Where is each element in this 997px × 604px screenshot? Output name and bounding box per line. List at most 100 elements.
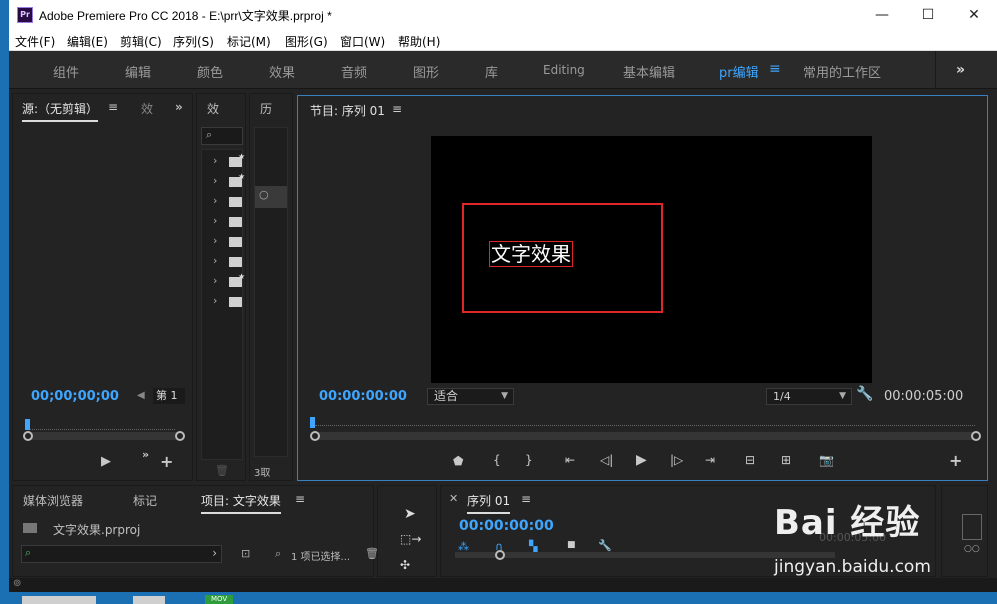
workspace-tab[interactable]: 基本编辑 bbox=[623, 62, 675, 81]
insert-icon[interactable]: ⊟ bbox=[745, 453, 755, 467]
solo-buttons[interactable]: ○○ bbox=[964, 544, 980, 554]
add-button-icon[interactable]: + bbox=[949, 451, 962, 470]
zoom-handle-left[interactable] bbox=[23, 431, 33, 441]
more-workspaces-button[interactable]: » bbox=[935, 51, 985, 89]
selection-tool-icon[interactable]: ➤ bbox=[404, 506, 416, 522]
close-button[interactable]: ✕ bbox=[951, 0, 997, 30]
source-playhead[interactable] bbox=[25, 419, 30, 430]
menu-edit[interactable]: 编辑(E) bbox=[67, 33, 108, 50]
page-indicator: 第 1 bbox=[153, 388, 185, 404]
workspace-tab[interactable]: 效果 bbox=[269, 62, 295, 81]
workspace-menu-icon[interactable]: ≡ bbox=[769, 61, 781, 77]
play-icon[interactable]: ▶ bbox=[636, 452, 647, 468]
effects-folder-presets[interactable]: › ★ bbox=[213, 152, 245, 172]
workspace-tab[interactable]: 颜色 bbox=[197, 62, 223, 81]
menu-graphics[interactable]: 图形(G) bbox=[285, 33, 328, 50]
track-select-tool-icon[interactable]: ⬚→ bbox=[400, 532, 421, 546]
desktop-thumbnail bbox=[133, 596, 165, 604]
panel-menu-icon[interactable]: ≡ bbox=[295, 492, 305, 506]
effects-folder[interactable]: › ★ bbox=[213, 172, 245, 192]
zoom-handle-right[interactable] bbox=[971, 431, 981, 441]
history-state-icon: ○ bbox=[259, 188, 269, 201]
effects-folder[interactable]: › bbox=[213, 292, 243, 312]
effects-folder[interactable]: › ★ bbox=[213, 272, 245, 292]
zoom-handle[interactable] bbox=[495, 550, 505, 560]
tab-project[interactable]: 项目: 文字效果 bbox=[201, 492, 281, 514]
close-icon[interactable]: ✕ bbox=[449, 492, 458, 505]
panel-menu-icon[interactable]: ≡ bbox=[521, 492, 531, 506]
mark-out-icon[interactable]: } bbox=[525, 453, 533, 467]
resolution-dropdown[interactable]: 1/4 ▼ bbox=[766, 388, 852, 405]
folder-icon bbox=[229, 257, 242, 267]
tab-program[interactable]: 节目: 序列 01 bbox=[310, 102, 385, 119]
menu-file[interactable]: 文件(F) bbox=[15, 33, 55, 50]
source-timecode[interactable]: 00;00;00;00 bbox=[31, 389, 119, 404]
mark-in-icon[interactable]: { bbox=[493, 453, 501, 467]
find-icon[interactable]: ⌕ bbox=[275, 547, 281, 561]
mov-badge: MOV bbox=[205, 595, 234, 604]
fit-dropdown[interactable]: 适合 ▼ bbox=[427, 388, 514, 405]
play-icon[interactable]: ▶ bbox=[101, 454, 111, 469]
menu-clip[interactable]: 剪辑(C) bbox=[120, 33, 162, 50]
program-playhead[interactable] bbox=[310, 417, 315, 428]
workspace-tab[interactable]: Editing bbox=[543, 63, 585, 77]
effects-folder[interactable]: › bbox=[213, 192, 243, 212]
menu-window[interactable]: 窗口(W) bbox=[340, 33, 385, 50]
export-frame-icon[interactable]: 📷 bbox=[819, 453, 834, 467]
menu-sequence[interactable]: 序列(S) bbox=[173, 33, 214, 50]
wrench-icon[interactable]: 🔧 bbox=[856, 386, 873, 402]
tab-sequence[interactable]: 序列 01 bbox=[467, 492, 511, 514]
tab-effects[interactable]: 效 bbox=[207, 100, 219, 117]
project-panel: 媒体浏览器 标记 项目: 文字效果 ≡ 文字效果.prproj ⌕ › ⊡ ⌕ … bbox=[12, 485, 379, 577]
wrench-icon[interactable]: 🔧 bbox=[598, 539, 612, 552]
search-icon: ⌕ bbox=[25, 546, 32, 559]
timeline-timecode[interactable]: 00:00:00:00 bbox=[459, 518, 554, 534]
overwrite-icon[interactable]: ⊞ bbox=[781, 453, 791, 467]
tab-markers[interactable]: 标记 bbox=[133, 492, 157, 509]
step-back-icon[interactable]: ◁| bbox=[600, 453, 613, 467]
program-duration: 00:00:05:00 bbox=[884, 389, 964, 404]
workspace-tab[interactable]: 编辑 bbox=[125, 62, 151, 81]
go-to-out-icon[interactable]: ⇥ bbox=[705, 453, 715, 467]
add-marker-icon[interactable]: ⬟ bbox=[453, 454, 463, 468]
status-bar: ⊚ bbox=[9, 578, 997, 592]
tab-history[interactable]: 历 bbox=[260, 100, 272, 117]
video-title-text[interactable]: 文字效果 bbox=[489, 241, 573, 267]
trash-icon[interactable]: 🗑 bbox=[215, 464, 229, 477]
workspace-tab[interactable]: 图形 bbox=[413, 62, 439, 81]
zoom-handle-right[interactable] bbox=[175, 431, 185, 441]
menu-help[interactable]: 帮助(H) bbox=[398, 33, 440, 50]
timeline-marker-icon[interactable]: ■ bbox=[567, 540, 576, 550]
source-zoom-bar[interactable] bbox=[23, 431, 185, 441]
tab-media-browser[interactable]: 媒体浏览器 bbox=[23, 492, 83, 509]
history-item-selected[interactable]: ○ bbox=[255, 186, 287, 208]
project-search-input[interactable]: ⌕ › bbox=[21, 545, 222, 563]
go-to-in-icon[interactable]: ⇤ bbox=[565, 453, 575, 467]
menu-markers[interactable]: 标记(M) bbox=[227, 33, 271, 50]
effects-search-input[interactable]: ⌕ bbox=[201, 127, 243, 145]
effects-folder[interactable]: › bbox=[213, 212, 243, 232]
chevron-right-icon[interactable]: › bbox=[212, 546, 217, 560]
more-controls-icon[interactable]: » bbox=[142, 448, 149, 461]
workspace-tab-active[interactable]: pr编辑 bbox=[719, 62, 759, 81]
effects-folder[interactable]: › bbox=[213, 252, 243, 272]
add-button-icon[interactable]: + bbox=[160, 452, 173, 471]
workspace-tab[interactable]: 组件 bbox=[53, 62, 79, 81]
step-forward-icon[interactable]: |▷ bbox=[670, 453, 683, 467]
program-timecode[interactable]: 00:00:00:00 bbox=[319, 389, 407, 404]
minimize-button[interactable]: — bbox=[859, 0, 905, 30]
workspace-tab[interactable]: 音频 bbox=[341, 62, 367, 81]
tab-source[interactable]: 源:（无剪辑） bbox=[22, 100, 99, 122]
zoom-handle-left[interactable] bbox=[310, 431, 320, 441]
panel-menu-icon[interactable]: ≡ bbox=[392, 102, 402, 116]
new-bin-search-icon[interactable]: ⊡ bbox=[241, 547, 250, 560]
maximize-button[interactable]: ☐ bbox=[905, 0, 951, 30]
effects-folder[interactable]: › bbox=[213, 232, 243, 252]
program-zoom-bar[interactable] bbox=[310, 431, 981, 441]
tab-effect-controls[interactable]: 效 bbox=[141, 100, 153, 117]
ripple-edit-tool-icon[interactable]: ✣ bbox=[400, 558, 410, 572]
workspace-tab[interactable]: 库 bbox=[485, 62, 498, 81]
overflow-tabs-button[interactable]: » bbox=[175, 100, 183, 114]
panel-menu-icon[interactable]: ≡ bbox=[108, 100, 118, 114]
workspace-tab[interactable]: 常用的工作区 bbox=[803, 62, 881, 81]
